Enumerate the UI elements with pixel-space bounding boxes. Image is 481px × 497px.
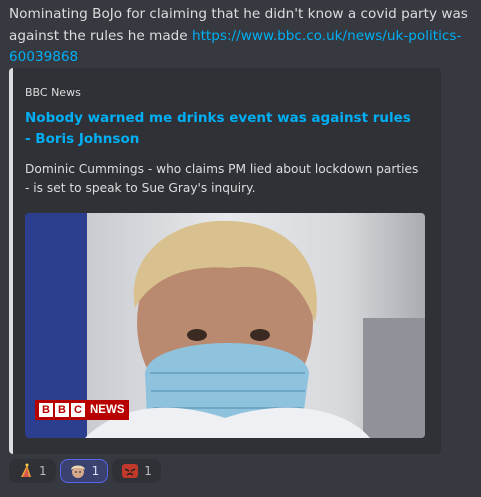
reaction-count: 1: [91, 464, 100, 478]
reaction-count: 1: [39, 464, 47, 478]
reaction-count: 1: [144, 464, 152, 478]
reaction-boris-face[interactable]: 1: [59, 459, 109, 483]
embed-provider[interactable]: BBC News: [25, 86, 81, 99]
reaction-party-hat[interactable]: 1: [9, 459, 56, 483]
embed-image[interactable]: B B C NEWS: [25, 213, 425, 438]
bbc-letter-box: B: [55, 403, 69, 417]
reaction-bar: 1 1 1: [9, 459, 161, 483]
link-embed: BBC News Nobody warned me drinks event w…: [9, 68, 441, 454]
bbc-letter-box: C: [71, 403, 85, 417]
party-hat-icon: [21, 463, 31, 477]
reaction-angry-face[interactable]: 1: [112, 459, 161, 483]
embed-description: Dominic Cummings - who claims PM lied ab…: [25, 162, 419, 195]
message-text: Nominating BoJo for claiming that he did…: [9, 4, 475, 69]
embed-title[interactable]: Nobody warned me drinks event was agains…: [25, 108, 417, 150]
angry-face-icon: [122, 464, 139, 478]
boris-face-icon: [70, 465, 85, 478]
bbc-letter-box: B: [39, 403, 53, 417]
bbc-news-label: NEWS: [90, 404, 125, 416]
bbc-news-badge: B B C NEWS: [35, 400, 129, 420]
